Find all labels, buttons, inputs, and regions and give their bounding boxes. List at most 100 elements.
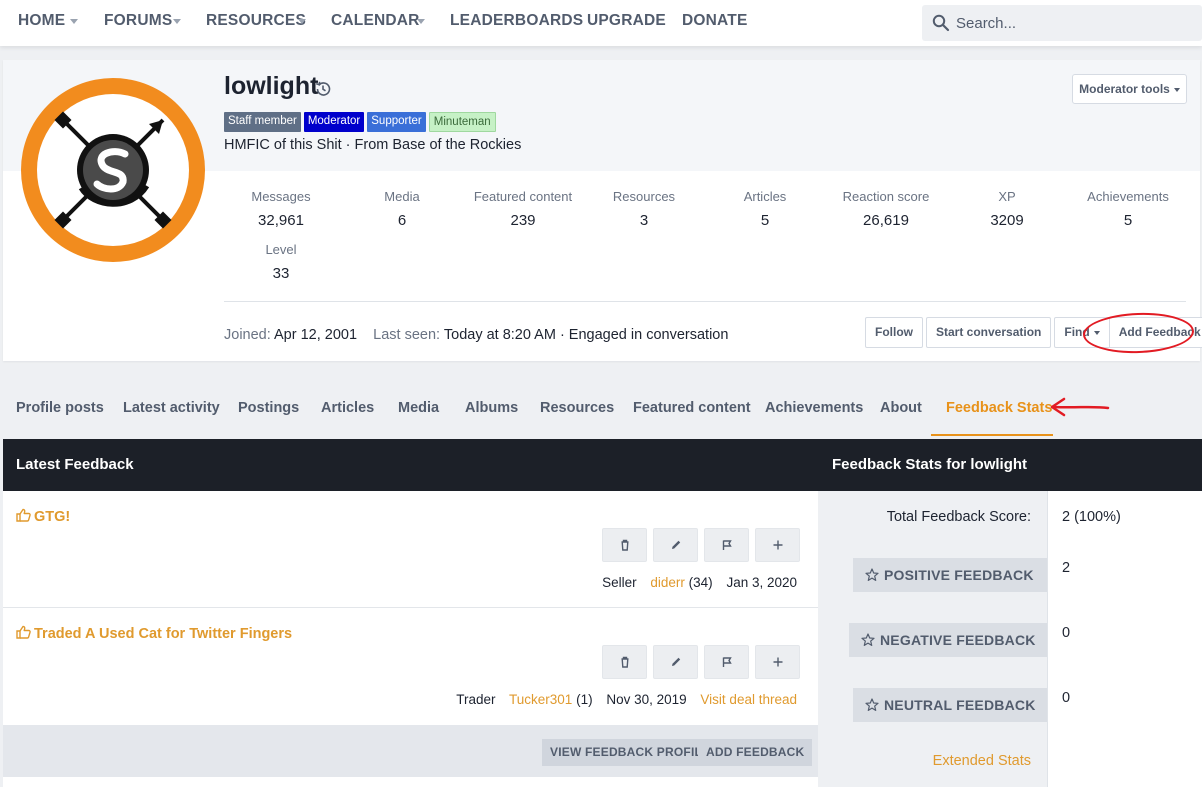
nav-calendar[interactable]: CALENDAR (331, 12, 420, 30)
joined-date: Apr 12, 2001 (274, 327, 358, 343)
stat-level[interactable]: Level 33 (221, 242, 341, 282)
latest-feedback-footer: VIEW FEEDBACK PROFILE ADD FEEDBACK (3, 725, 818, 777)
start-conversation-button[interactable]: Start conversation (926, 317, 1052, 348)
more-button[interactable] (755, 528, 800, 562)
feedback-title-link[interactable]: Traded A Used Cat for Twitter Fingers (16, 625, 292, 642)
stat-xp[interactable]: XP 3209 (947, 189, 1067, 229)
total-feedback-label: Total Feedback Score: (886, 509, 1031, 525)
nav-resources[interactable]: RESOURCES (206, 12, 306, 30)
feedback-title: Traded A Used Cat for Twitter Fingers (34, 626, 293, 642)
stat-value: 5 (1123, 212, 1133, 229)
badge-moderator: Moderator (303, 112, 365, 132)
chevron-down-icon[interactable] (298, 19, 306, 24)
stat-label: Articles (743, 189, 787, 204)
history-icon[interactable] (314, 80, 332, 98)
more-button[interactable] (755, 645, 800, 679)
avatar[interactable] (21, 78, 205, 262)
thumbs-up-icon (16, 625, 31, 639)
view-feedback-profile-button[interactable]: VIEW FEEDBACK PROFILE (542, 739, 719, 766)
stat-label: XP (998, 189, 1016, 204)
feedback-date: Nov 30, 2019 (606, 692, 687, 707)
feedback-role: Seller (602, 575, 637, 590)
stat-value: 26,619 (863, 212, 909, 229)
stat-articles[interactable]: Articles 5 (705, 189, 825, 229)
stat-value: 3209 (990, 212, 1024, 229)
nav-forums[interactable]: FORUMS (104, 12, 172, 30)
badge-staff-member: Staff member (224, 112, 301, 132)
stat-resources[interactable]: Resources 3 (584, 189, 704, 229)
tab-articles[interactable]: Articles (321, 400, 374, 416)
chevron-down-icon (1173, 87, 1180, 92)
badge-supporter: Supporter (367, 112, 426, 132)
tab-media[interactable]: Media (398, 400, 439, 416)
chevron-down-icon[interactable] (417, 19, 425, 24)
tab-achievements[interactable]: Achievements (765, 400, 863, 416)
search-icon[interactable] (932, 14, 950, 32)
user-badges: Staff member Moderator Supporter Minutem… (224, 112, 496, 132)
report-button[interactable] (704, 528, 749, 562)
list-item: GTG! Seller diderr (34) Jan 3, 2020 (3, 491, 818, 607)
tab-featured-content[interactable]: Featured content (633, 400, 751, 416)
delete-button[interactable] (602, 528, 647, 562)
edit-button[interactable] (653, 645, 698, 679)
stat-achievements[interactable]: Achievements 5 (1068, 189, 1188, 229)
stat-label: Reaction score (842, 189, 930, 204)
search-box[interactable] (922, 5, 1202, 41)
stat-label: Media (384, 189, 420, 204)
stat-value: 32,961 (258, 212, 304, 229)
nav-home[interactable]: HOME (18, 12, 65, 30)
positive-feedback-button[interactable]: POSITIVE FEEDBACK (853, 558, 1048, 592)
feedback-actions (602, 645, 800, 679)
delete-button[interactable] (602, 645, 647, 679)
chevron-down-icon[interactable] (70, 19, 78, 24)
tab-profile-posts[interactable]: Profile posts (16, 400, 104, 416)
positive-feedback-count: 2 (1062, 560, 1071, 576)
stat-value: 33 (272, 265, 290, 282)
thumbs-up-icon (16, 508, 31, 522)
tab-feedback-stats[interactable]: Feedback Stats (946, 400, 1052, 416)
top-navigation: HOME FORUMS RESOURCES CALENDAR LEADERBOA… (0, 0, 1202, 46)
trash-icon (621, 656, 628, 668)
feedback-date: Jan 3, 2020 (726, 575, 797, 590)
nav-upgrade[interactable]: UPGRADE (587, 12, 666, 30)
stat-messages[interactable]: Messages 32,961 (221, 189, 341, 229)
edit-button[interactable] (653, 528, 698, 562)
search-input[interactable] (956, 5, 1196, 41)
total-feedback-value: 2 (100%) (1062, 509, 1121, 525)
stat-media[interactable]: Media 6 (342, 189, 462, 229)
chevron-down-icon[interactable] (173, 19, 181, 24)
feedback-user-link[interactable]: Tucker301 (509, 692, 572, 707)
joined-info: Joined: Apr 12, 2001 Last seen: Today at… (224, 327, 728, 343)
neutral-feedback-button[interactable]: NEUTRAL FEEDBACK (853, 688, 1050, 722)
moderator-tools-button[interactable]: Moderator tools (1072, 74, 1187, 104)
joined-label: Joined: (224, 327, 271, 343)
feedback-meta: Trader Tucker301 (1) Nov 30, 2019 Visit … (456, 692, 797, 707)
feedback-user-count: (34) (688, 575, 713, 590)
stat-reaction-score[interactable]: Reaction score 26,619 (826, 189, 946, 229)
negative-feedback-button[interactable]: NEGATIVE FEEDBACK (849, 623, 1050, 657)
stat-featured-content[interactable]: Featured content 239 (463, 189, 583, 229)
feedback-title-link[interactable]: GTG! (16, 508, 70, 525)
report-button[interactable] (704, 645, 749, 679)
negative-feedback-count: 0 (1062, 625, 1071, 641)
stat-label: Resources (612, 189, 676, 204)
user-title: HMFIC of this Shit · From Base of the Ro… (224, 137, 522, 153)
nav-leaderboards[interactable]: LEADERBOARDS (450, 12, 583, 30)
tab-albums[interactable]: Albums (465, 400, 518, 416)
last-seen-label: Last seen: (373, 327, 441, 343)
add-feedback-footer-button[interactable]: ADD FEEDBACK (698, 739, 813, 766)
plus-icon (773, 540, 782, 550)
follow-button[interactable]: Follow (865, 317, 923, 348)
tab-resources[interactable]: Resources (540, 400, 614, 416)
feedback-user-link[interactable]: diderr (650, 575, 685, 590)
tab-latest-activity[interactable]: Latest activity (123, 400, 220, 416)
tab-about[interactable]: About (880, 400, 922, 416)
profile-card: lowlight Staff member Moderator Supporte… (3, 60, 1202, 361)
stat-value: 6 (397, 212, 407, 229)
tab-postings[interactable]: Postings (238, 400, 299, 416)
negative-feedback-label: NEGATIVE FEEDBACK (880, 632, 1036, 648)
extended-stats-link[interactable]: Extended Stats (933, 753, 1031, 769)
nav-donate[interactable]: DONATE (682, 12, 748, 30)
deal-thread-link[interactable]: Visit deal thread (700, 692, 797, 707)
star-icon (865, 568, 879, 581)
